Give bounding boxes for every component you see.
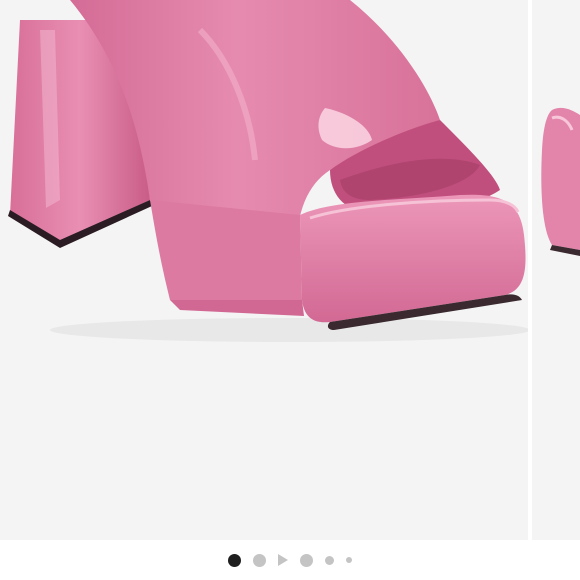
next-shoe-image [541,107,580,256]
carousel-dot-6[interactable] [346,557,352,563]
carousel-dot-2[interactable] [253,553,266,567]
product-image-next-peek[interactable] [532,0,580,540]
product-image-current[interactable] [0,0,532,540]
carousel-dot-4[interactable] [300,553,313,567]
carousel-dot-1[interactable] [228,553,241,567]
carousel-pagination [0,540,580,580]
play-icon[interactable] [278,554,288,566]
carousel-dot-5[interactable] [325,555,334,565]
product-image-carousel[interactable] [0,0,580,580]
pink-platform-heel-image [8,0,530,342]
